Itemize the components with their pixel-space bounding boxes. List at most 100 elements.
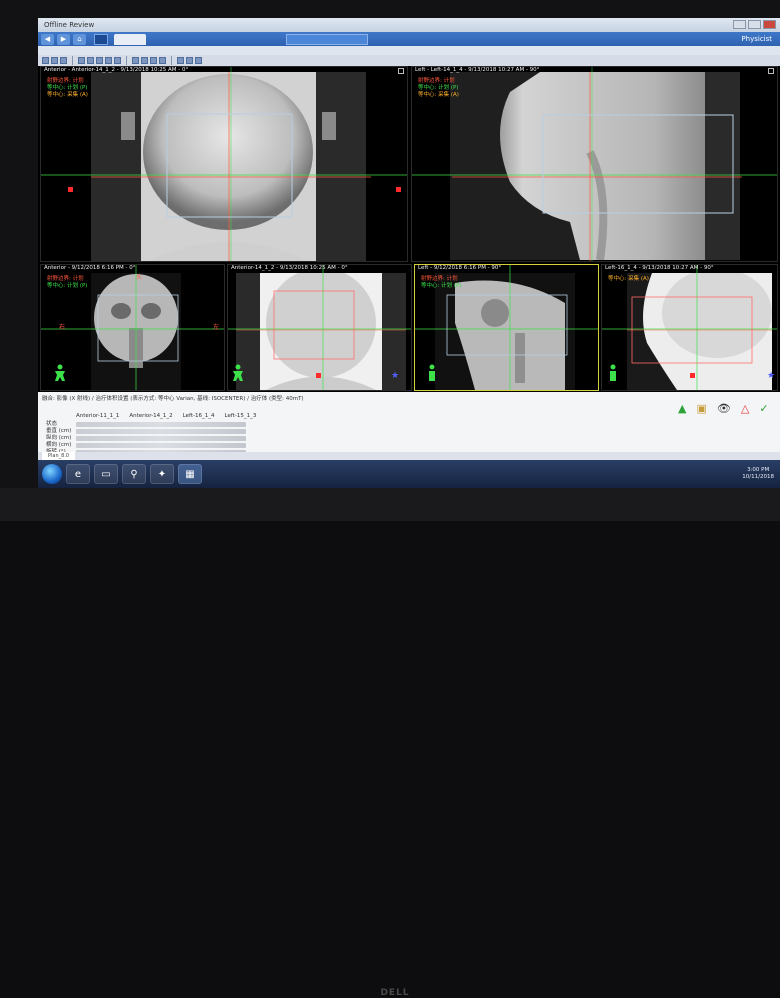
submenu	[38, 46, 780, 55]
clock-date: 10/11/2018	[742, 474, 774, 480]
legend-acquired-isocenter: 等中心: 采集 (A)	[47, 92, 88, 98]
monitor-bezel: DELL	[0, 488, 780, 998]
star-icon: ★	[767, 371, 775, 381]
forward-icon[interactable]: ▶	[57, 33, 70, 45]
viewport-left-reference[interactable]: Left - 9/12/2018 6:16 PM - 90° 射野边界: 计划 …	[414, 264, 599, 391]
viewport-title: Anterior-14_1_2 - 9/13/2018 10:25 AM - 0…	[231, 265, 348, 271]
row-label: 横向 (cm)	[46, 442, 72, 448]
legend-planned-isocenter: 等中心: 计划 (P)	[418, 85, 459, 91]
workspace-combo[interactable]	[94, 33, 108, 45]
table-row: 纵向 (cm)	[46, 435, 266, 442]
patient-orientation-icon	[610, 364, 616, 381]
clock[interactable]: 3:00 PM 10/11/2018	[742, 467, 774, 481]
redo-icon[interactable]	[87, 57, 94, 64]
svg-text:头: 头	[136, 273, 142, 281]
layout-icon[interactable]	[159, 57, 166, 64]
legend-field-border: 射野边界: 计划	[47, 78, 84, 84]
viewport-left-acquired[interactable]: Left-16_1_4 - 9/13/2018 10:27 AM - 90° 等…	[601, 264, 778, 391]
legend-acquired-isocenter: 等中心: 采集 (A)	[608, 276, 649, 282]
approve-icon[interactable]: ✓	[759, 402, 768, 415]
legend-acquired-isocenter: 等中心: 采集 (A)	[418, 92, 459, 98]
text-icon[interactable]	[186, 57, 193, 64]
window-titlebar: Offline Review	[38, 18, 780, 32]
legend-field-border: 射野边界: 计划	[418, 78, 455, 84]
image-tab[interactable]: Left-16_1_4	[181, 413, 217, 419]
annotate-icon[interactable]	[177, 57, 184, 64]
offline-review-icon[interactable]: ▦	[178, 464, 202, 484]
secondary-tab[interactable]	[286, 33, 368, 45]
viewport-title: Left-16_1_4 - 9/13/2018 10:27 AM - 90°	[605, 265, 714, 271]
overlay-legend: 射野边界: 计划 等中心: 计划 (P)	[47, 276, 87, 290]
print-icon[interactable]	[60, 57, 67, 64]
open-icon[interactable]	[42, 57, 49, 64]
zoom-icon[interactable]	[96, 57, 103, 64]
plan-tabs: Plan_8.0	[38, 452, 780, 460]
overlay-lines: ★	[228, 265, 411, 390]
plan-tab[interactable]: Plan_8.0	[42, 452, 76, 460]
home-icon[interactable]: ⌂	[73, 33, 86, 45]
overlay-icon[interactable]	[150, 57, 157, 64]
toolbar-separator	[72, 56, 73, 65]
toolbar	[38, 55, 780, 66]
eye-icon[interactable]: 👁	[717, 402, 731, 415]
legend-planned-isocenter: 等中心: 计划 (P)	[47, 283, 88, 289]
registration-panel: 融合: 影像 (X 射线) / 治疗体积设置 (表示方式: 等中心 Varian…	[38, 392, 780, 460]
viewport-maximize-button[interactable]	[768, 68, 774, 74]
panel-header: 融合: 影像 (X 射线) / 治疗体积设置 (表示方式: 等中心 Varian…	[42, 396, 304, 402]
row-value	[76, 422, 246, 427]
legend-field-border: 射野边界: 计划	[47, 276, 84, 282]
search-icon[interactable]: ⚲	[122, 464, 146, 484]
back-icon[interactable]: ◀	[41, 33, 54, 45]
pan-icon[interactable]	[105, 57, 112, 64]
image-tab[interactable]: Anterior-14_1_2	[127, 413, 174, 419]
note-icon[interactable]: ▣	[696, 402, 706, 415]
start-button[interactable]	[42, 464, 62, 484]
legend-planned-isocenter: 等中心: 计划 (P)	[47, 85, 88, 91]
image-tabs: Anterior-11_1_1 Anterior-14_1_2 Left-16_…	[74, 413, 258, 419]
close-button[interactable]	[763, 20, 776, 29]
table-row: 状态	[46, 421, 266, 428]
user-label[interactable]: Physicist	[741, 35, 772, 43]
patient-tab[interactable]	[114, 33, 146, 45]
maximize-button[interactable]	[748, 20, 761, 29]
browser-icon[interactable]: e	[66, 464, 90, 484]
overlay-lines: ★	[602, 265, 777, 390]
undo-icon[interactable]	[78, 57, 85, 64]
save-icon[interactable]	[51, 57, 58, 64]
warning-icon[interactable]: ▲	[678, 402, 686, 415]
folder-icon[interactable]: ▭	[94, 464, 118, 484]
viewport-anterior-acquired[interactable]: Anterior-14_1_2 - 9/13/2018 10:25 AM - 0…	[227, 264, 412, 391]
panel-actions: ▲ ▣ 👁 △ ✓	[678, 402, 769, 415]
window-level-icon[interactable]	[114, 57, 121, 64]
viewport-left-large[interactable]: Left - Left-14_1_4 - 9/13/2018 10:27 AM …	[411, 66, 778, 262]
viewport-anterior-large[interactable]: Anterior - Anterior-14_1_2 - 9/13/2018 1…	[40, 66, 408, 262]
patient-orientation-icon	[429, 364, 435, 381]
overlay-legend: 射野边界: 计划 等中心: 计划 (P) 等中心: 采集 (A)	[418, 78, 459, 99]
row-label: 垂直 (cm)	[46, 428, 72, 434]
taskbar: e ▭ ⚲ ✦ ▦ 3:00 PM 10/11/2018	[38, 460, 780, 488]
patient-orientation-icon	[55, 364, 65, 381]
viewport-title: Left - 9/12/2018 6:16 PM - 90°	[418, 265, 502, 271]
menubar: ◀ ▶ ⌂ Physicist	[38, 32, 780, 46]
overlay-lines	[412, 67, 777, 261]
match-icon[interactable]	[141, 57, 148, 64]
image-tab[interactable]: Anterior-11_1_1	[74, 413, 121, 419]
patient-orientation-icon	[233, 364, 243, 381]
image-tab[interactable]: Left-15_1_3	[223, 413, 259, 419]
app-icon[interactable]: ✦	[150, 464, 174, 484]
viewport-title: Anterior - Anterior-14_1_2 - 9/13/2018 1…	[44, 67, 189, 73]
alert-icon[interactable]: △	[741, 402, 749, 415]
dell-logo: DELL	[380, 988, 410, 998]
minimize-button[interactable]	[733, 20, 746, 29]
viewport-title: Left - Left-14_1_4 - 9/13/2018 10:27 AM …	[415, 67, 540, 73]
row-label: 纵向 (cm)	[46, 435, 72, 441]
window-controls	[733, 20, 776, 29]
viewport-anterior-reference[interactable]: Anterior - 9/12/2018 6:16 PM - 0° 射野边界: …	[40, 264, 225, 391]
viewport-controls[interactable]	[398, 68, 404, 74]
overlay-legend: 射野边界: 计划 等中心: 计划 (P) 等中心: 采集 (A)	[47, 78, 88, 99]
star-icon: ★	[391, 371, 399, 381]
viewport-maximize-button[interactable]	[398, 68, 404, 74]
viewport-controls[interactable]	[768, 68, 774, 74]
measure-icon[interactable]	[132, 57, 139, 64]
settings-icon[interactable]	[195, 57, 202, 64]
